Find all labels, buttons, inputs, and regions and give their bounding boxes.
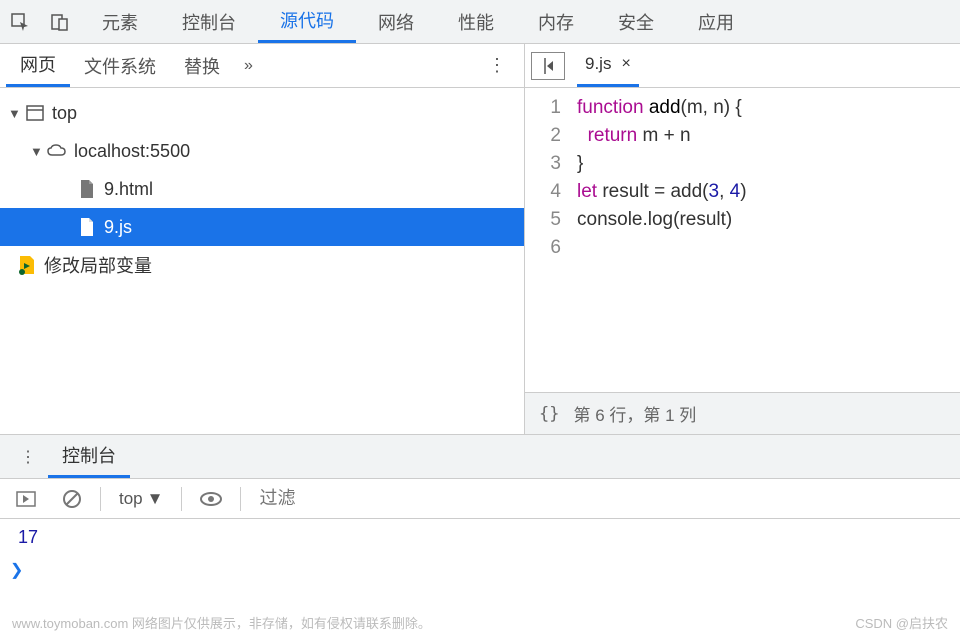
tree-label: top [52,103,77,124]
console-output: 17 [0,519,960,556]
top-tab-7[interactable]: 应用 [676,0,756,43]
editor-panel: 9.js × 123456 function add(m, n) { retur… [525,44,960,434]
format-icon[interactable]: {} [539,404,559,424]
navigator-menu-icon[interactable]: ⋮ [476,55,518,76]
nav-tab-1[interactable]: 文件系统 [70,44,170,87]
file-icon [74,178,100,200]
file-tree: ▼ top ▼ localhost:5500 9.html [0,88,524,434]
console-menu-icon[interactable]: ⋮ [8,447,48,467]
sources-navigator: 网页文件系统替换 » ⋮ ▼ top ▼ localhost:5500 [0,44,525,434]
device-toggle-icon[interactable] [40,12,80,32]
snippet-icon [14,254,40,276]
clear-console-icon[interactable] [54,489,90,509]
console-header: ⋮ 控制台 [0,435,960,479]
console-toolbar: top ▼ [0,479,960,519]
top-tab-4[interactable]: 性能 [436,0,516,43]
nav-tab-2[interactable]: 替换 [170,44,234,87]
tree-file-html[interactable]: 9.html [0,170,524,208]
cloud-icon [44,140,70,162]
console-drawer: ⋮ 控制台 top ▼ 17 ❯ [0,434,960,584]
tree-label: 修改局部变量 [44,252,152,278]
code-content[interactable]: function add(m, n) { return m + n}let re… [569,94,960,392]
top-tab-3[interactable]: 网络 [356,0,436,43]
more-tabs-chevron[interactable]: » [234,57,263,75]
watermark-footer: www.toymoban.com 网络图片仅供展示，非存储，如有侵权请联系删除。… [0,613,960,632]
tree-label: 9.js [104,217,132,238]
tree-workspace[interactable]: 修改局部变量 [0,246,524,284]
editor-status-bar: {} 第 6 行，第 1 列 [525,392,960,434]
top-tab-2[interactable]: 源代码 [258,0,356,43]
devtools-top-tabs: 元素控制台源代码网络性能内存安全应用 [0,0,960,44]
console-prompt-icon[interactable]: ❯ [0,556,960,584]
toggle-sidebar-icon[interactable] [8,491,44,507]
tree-label: localhost:5500 [74,141,190,162]
tree-file-js[interactable]: 9.js [0,208,524,246]
live-expression-icon[interactable] [192,491,230,507]
console-log-value: 17 [18,527,38,547]
editor-tab-bar: 9.js × [525,44,960,88]
top-tab-5[interactable]: 内存 [516,0,596,43]
toggle-navigator-icon[interactable] [531,52,565,80]
tree-label: 9.html [104,179,153,200]
dropdown-arrow-icon: ▼ [147,489,164,509]
frame-icon [22,102,48,124]
expand-arrow-icon: ▼ [8,106,22,121]
cursor-position: 第 6 行，第 1 列 [573,401,696,426]
footer-left: www.toymoban.com 网络图片仅供展示，非存储，如有侵权请联系删除。 [12,613,431,632]
inspect-icon[interactable] [0,12,40,32]
file-icon [74,216,100,238]
tree-host[interactable]: ▼ localhost:5500 [0,132,524,170]
file-tab-label: 9.js [585,54,611,74]
top-tab-0[interactable]: 元素 [80,0,160,43]
console-tab[interactable]: 控制台 [48,435,130,478]
navigator-tabs: 网页文件系统替换 » ⋮ [0,44,524,88]
top-tab-6[interactable]: 安全 [596,0,676,43]
context-selector[interactable]: top ▼ [111,489,171,509]
tree-top-frame[interactable]: ▼ top [0,94,524,132]
code-editor[interactable]: 123456 function add(m, n) { return m + n… [525,88,960,392]
nav-tab-0[interactable]: 网页 [6,44,70,87]
line-gutter: 123456 [525,94,569,392]
expand-arrow-icon: ▼ [30,144,44,159]
filter-input[interactable] [251,484,952,513]
top-tab-1[interactable]: 控制台 [160,0,258,43]
footer-right: CSDN @启扶农 [855,613,948,632]
editor-file-tab[interactable]: 9.js × [577,44,639,87]
close-tab-icon[interactable]: × [621,55,630,73]
